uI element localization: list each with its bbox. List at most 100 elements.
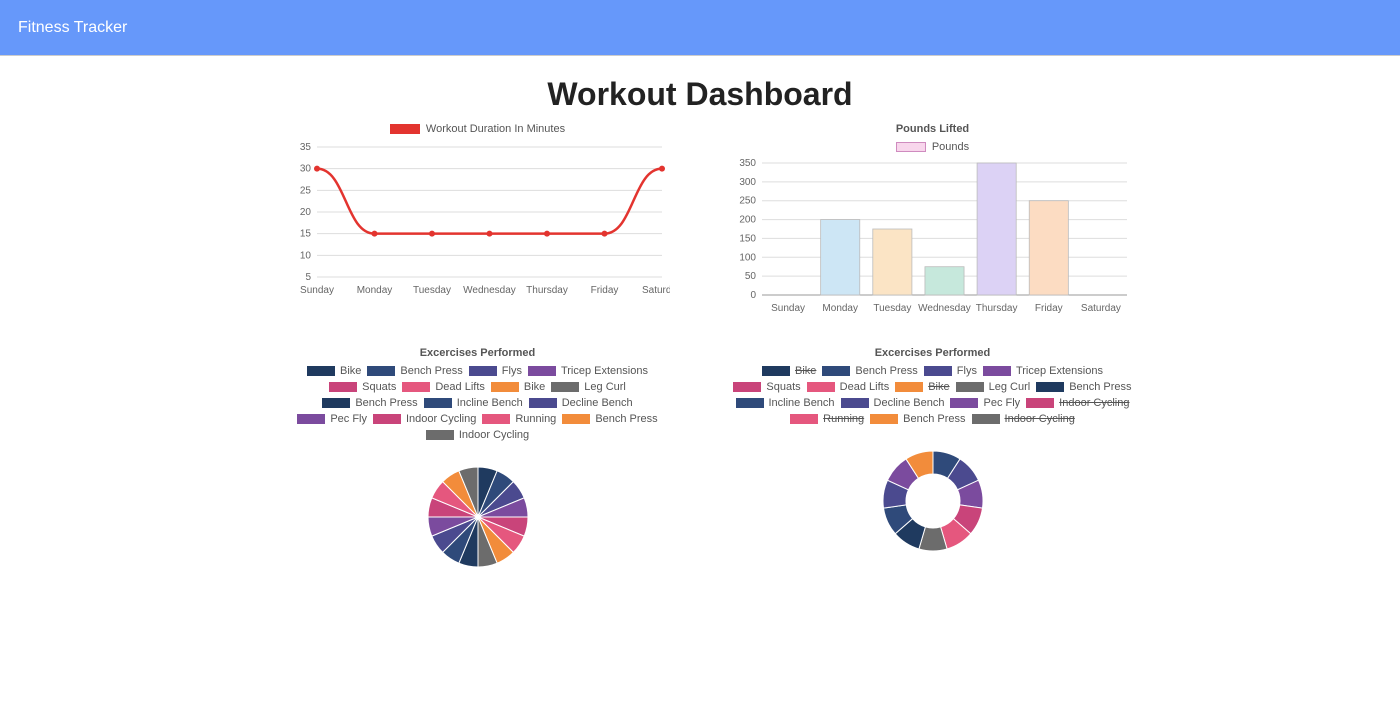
legend-label: Bench Press: [355, 397, 417, 409]
legend-swatch: [736, 398, 764, 408]
legend-item[interactable]: Bench Press: [562, 413, 657, 425]
legend-swatch: [426, 430, 454, 440]
legend-item[interactable]: Incline Bench: [424, 397, 523, 409]
legend-item[interactable]: Indoor Cycling: [1026, 397, 1129, 409]
legend-label: Bench Press: [595, 413, 657, 425]
svg-text:Monday: Monday: [822, 303, 858, 314]
legend-label: Bike: [340, 365, 361, 377]
svg-text:5: 5: [305, 272, 311, 283]
legend-swatch: [390, 124, 420, 134]
legend-swatch: [551, 382, 579, 392]
legend-item[interactable]: Bench Press: [322, 397, 417, 409]
legend-swatch: [1026, 398, 1054, 408]
legend-label: Bench Press: [1069, 381, 1131, 393]
legend-item[interactable]: Indoor Cycling: [972, 413, 1075, 425]
svg-text:Sunday: Sunday: [300, 285, 334, 296]
doughnut-chart: [863, 431, 1003, 571]
pie-chart-card: Excercises Performed Bike Bench Press Flys…: [285, 347, 670, 587]
legend-item[interactable]: Indoor Cycling: [426, 429, 529, 441]
legend-item[interactable]: Bench Press: [870, 413, 965, 425]
svg-text:150: 150: [739, 233, 756, 244]
legend-label: Tricep Extensions: [1016, 365, 1103, 377]
legend-swatch: [733, 382, 761, 392]
legend-swatch: [807, 382, 835, 392]
legend-swatch: [924, 366, 952, 376]
legend-item[interactable]: Bike: [762, 365, 816, 377]
legend-item[interactable]: Leg Curl: [551, 381, 626, 393]
pie-chart-title: Excercises Performed: [420, 347, 536, 359]
legend-item[interactable]: Leg Curl: [956, 381, 1031, 393]
svg-text:Friday: Friday: [591, 285, 619, 296]
legend-swatch: [950, 398, 978, 408]
svg-text:35: 35: [300, 142, 312, 153]
legend-label: Bike: [524, 381, 545, 393]
legend-label: Pec Fly: [983, 397, 1020, 409]
bar-chart-legend[interactable]: Pounds: [896, 141, 969, 153]
legend-swatch: [402, 382, 430, 392]
svg-text:15: 15: [300, 229, 312, 240]
legend-item[interactable]: Bench Press: [1036, 381, 1131, 393]
legend-label: Squats: [766, 381, 800, 393]
legend-item[interactable]: Bike: [491, 381, 545, 393]
legend-item[interactable]: Squats: [733, 381, 800, 393]
legend-item[interactable]: Bike: [307, 365, 361, 377]
bar-chart-card: Pounds Lifted Pounds 0501001502002503003…: [730, 123, 1135, 317]
legend-swatch: [1036, 382, 1064, 392]
svg-text:100: 100: [739, 252, 756, 263]
legend-swatch: [491, 382, 519, 392]
legend-label: Decline Bench: [562, 397, 633, 409]
legend-item[interactable]: Indoor Cycling: [373, 413, 476, 425]
legend-label: Indoor Cycling: [406, 413, 476, 425]
legend-item[interactable]: Decline Bench: [841, 397, 945, 409]
svg-text:50: 50: [745, 271, 757, 282]
legend-label: Incline Bench: [769, 397, 835, 409]
legend-label: Pec Fly: [330, 413, 367, 425]
legend-item[interactable]: Pec Fly: [297, 413, 367, 425]
legend-item[interactable]: Flys: [469, 365, 522, 377]
legend-label: Tricep Extensions: [561, 365, 648, 377]
svg-text:25: 25: [300, 185, 312, 196]
page-title: Workout Dashboard: [0, 76, 1400, 113]
legend-swatch: [896, 142, 926, 152]
legend-swatch: [870, 414, 898, 424]
svg-text:Thursday: Thursday: [976, 303, 1018, 314]
legend-label: Flys: [957, 365, 977, 377]
legend-item[interactable]: Squats: [329, 381, 396, 393]
legend-swatch: [373, 414, 401, 424]
legend-item[interactable]: Pec Fly: [950, 397, 1020, 409]
legend-swatch: [424, 398, 452, 408]
legend-item[interactable]: Dead Lifts: [402, 381, 485, 393]
svg-text:20: 20: [300, 207, 312, 218]
legend-label: Incline Bench: [457, 397, 523, 409]
legend-swatch: [972, 414, 1000, 424]
legend-label: Indoor Cycling: [1005, 413, 1075, 425]
legend-item[interactable]: Running: [482, 413, 556, 425]
legend-swatch: [562, 414, 590, 424]
svg-text:Tuesday: Tuesday: [413, 285, 451, 296]
legend-swatch: [983, 366, 1011, 376]
legend-item[interactable]: Incline Bench: [736, 397, 835, 409]
legend-item[interactable]: Bike: [895, 381, 949, 393]
legend-item[interactable]: Bench Press: [367, 365, 462, 377]
svg-text:30: 30: [300, 164, 312, 175]
doughnut-chart-title: Excercises Performed: [875, 347, 991, 359]
svg-text:Friday: Friday: [1035, 303, 1063, 314]
legend-item[interactable]: Decline Bench: [529, 397, 633, 409]
legend-item[interactable]: Tricep Extensions: [983, 365, 1103, 377]
legend-swatch: [790, 414, 818, 424]
legend-item[interactable]: Dead Lifts: [807, 381, 890, 393]
legend-item[interactable]: Bench Press: [822, 365, 917, 377]
app-header: Fitness Tracker: [0, 0, 1400, 56]
svg-text:Sunday: Sunday: [771, 303, 805, 314]
legend-label: Running: [515, 413, 556, 425]
legend-item[interactable]: Flys: [924, 365, 977, 377]
legend-swatch: [528, 366, 556, 376]
legend-label: Bench Press: [855, 365, 917, 377]
svg-text:300: 300: [739, 177, 756, 188]
legend-item[interactable]: Tricep Extensions: [528, 365, 648, 377]
legend-swatch: [367, 366, 395, 376]
legend-label: Running: [823, 413, 864, 425]
legend-item[interactable]: Running: [790, 413, 864, 425]
bar-chart: 050100150200250300350SundayMondayTuesday…: [730, 157, 1135, 317]
line-chart-legend[interactable]: Workout Duration In Minutes: [390, 123, 565, 135]
